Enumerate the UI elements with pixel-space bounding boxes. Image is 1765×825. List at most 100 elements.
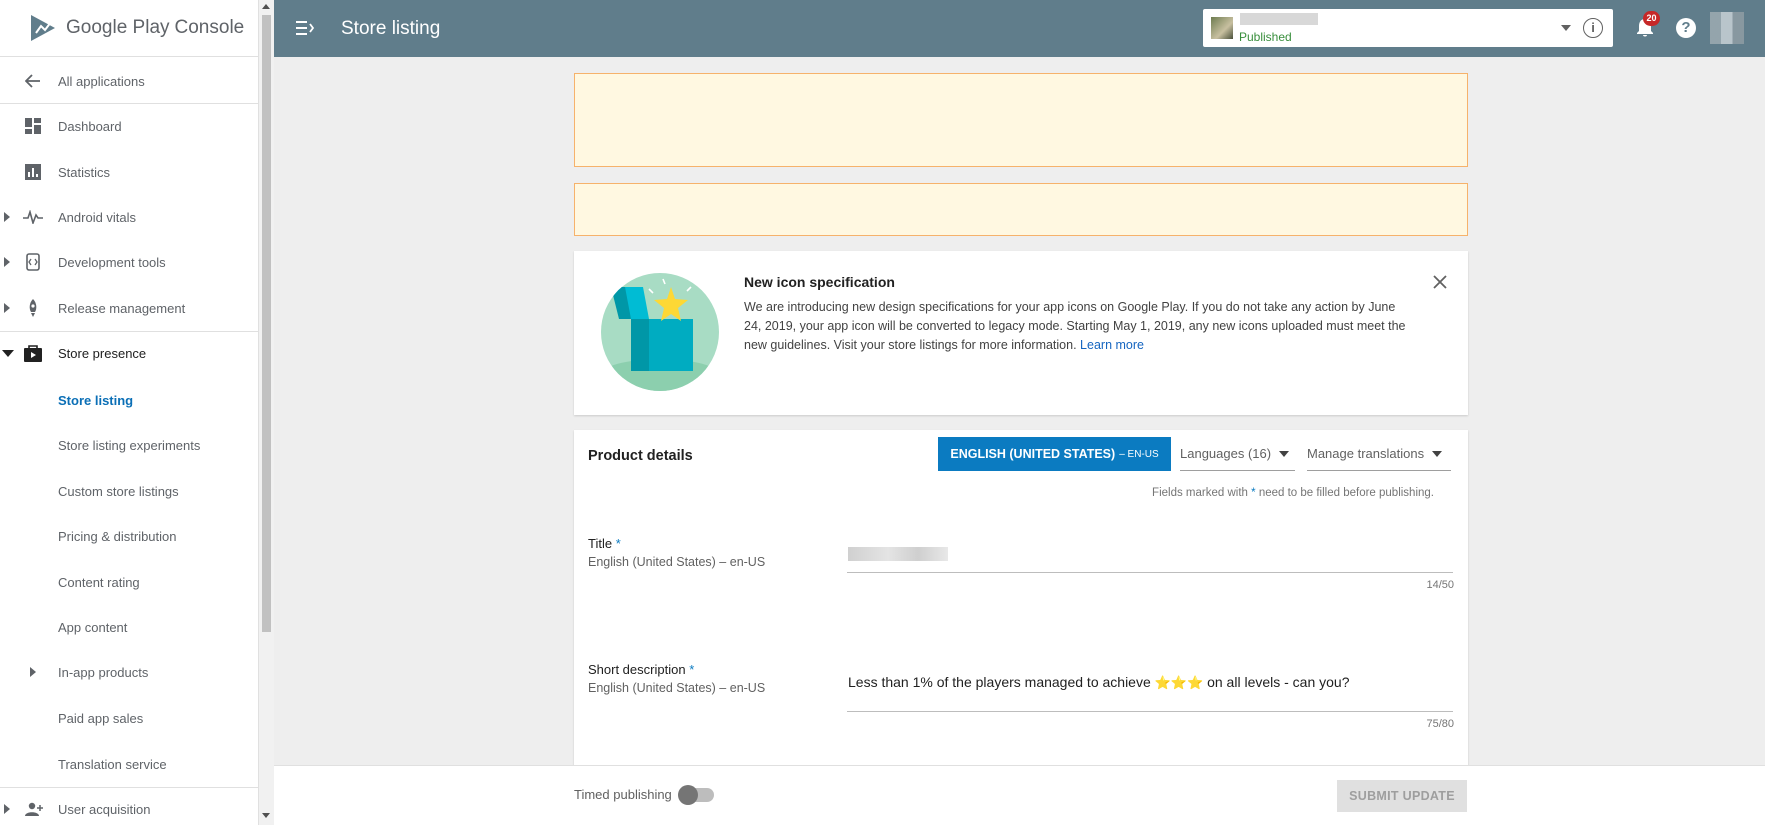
sidebar-item-label: App content — [58, 619, 128, 635]
close-icon[interactable] — [1431, 273, 1449, 291]
sidebar-scrollbar-thumb[interactable] — [262, 15, 271, 632]
sidebar-item-translation-service[interactable]: Translation service — [0, 744, 259, 784]
page-title: Store listing — [341, 18, 441, 39]
required-fields-note: Fields marked with * need to be filled b… — [1152, 487, 1434, 499]
rocket-icon — [23, 298, 43, 318]
app-thumbnail — [1211, 17, 1233, 39]
info-icon[interactable]: i — [1583, 18, 1603, 38]
title-input-underline — [847, 572, 1453, 573]
short-description-text: Less than 1% of the players managed to a… — [848, 674, 1151, 690]
warning-banner — [574, 183, 1468, 236]
languages-dropdown[interactable]: Languages (16) — [1180, 437, 1295, 471]
arrow-back-icon — [23, 71, 43, 91]
collapse-arrow-icon[interactable] — [2, 349, 14, 357]
all-applications-link[interactable]: All applications — [0, 61, 259, 101]
sidebar-divider — [0, 103, 259, 104]
notice-body: We are introducing new design specificat… — [744, 298, 1414, 355]
menu-icon[interactable] — [296, 20, 314, 36]
field-label-text: Short description — [588, 662, 686, 677]
app-status: Published — [1239, 30, 1292, 44]
sidebar-item-label: Release management — [58, 300, 186, 316]
title-field-sublabel: English (United States) – en-US — [588, 555, 766, 569]
sidebar-item-release-management[interactable]: Release management — [0, 288, 259, 328]
title-char-count: 14/50 — [1426, 579, 1454, 591]
pulse-icon — [23, 207, 43, 227]
sidebar-item-label: In-app products — [58, 664, 149, 680]
sidebar-item-store-listing[interactable]: Store listing — [0, 380, 259, 420]
person-add-icon — [23, 799, 43, 819]
sidebar-item-pricing-distribution[interactable]: Pricing & distribution — [0, 516, 259, 556]
sidebar-item-custom-store-listings[interactable]: Custom store listings — [0, 471, 259, 511]
required-star: * — [1251, 487, 1256, 499]
short-description-underline — [847, 711, 1453, 712]
brand-name: Google Play — [66, 17, 170, 38]
app-selector-dropdown[interactable]: Published i — [1203, 9, 1613, 47]
language-button[interactable]: ENGLISH (UNITED STATES) – EN-US — [938, 437, 1171, 471]
sidebar-item-user-acquisition[interactable]: User acquisition — [0, 789, 259, 825]
play-console-logo-icon — [31, 15, 55, 41]
all-applications-label: All applications — [58, 73, 145, 89]
sidebar-item-in-app-products[interactable]: In-app products — [0, 652, 259, 692]
expand-arrow-icon[interactable] — [4, 212, 10, 222]
sidebar-item-label: Store listing experiments — [58, 437, 201, 453]
sidebar-item-development-tools[interactable]: Development tools — [0, 242, 259, 282]
top-app-bar: Store listing Published i 20 ? — [274, 0, 1765, 57]
icon-specification-notice: New icon specification We are introducin… — [574, 251, 1468, 415]
short-description-input[interactable]: Less than 1% of the players managed to a… — [848, 674, 1350, 691]
learn-more-link[interactable]: Learn more — [1080, 338, 1144, 352]
sidebar-divider — [0, 331, 259, 332]
help-icon[interactable]: ? — [1676, 18, 1696, 38]
chevron-down-icon — [1432, 450, 1443, 457]
sidebar-item-android-vitals[interactable]: Android vitals — [0, 197, 259, 237]
publish-footer-bar: Timed publishing SUBMIT UPDATE — [274, 765, 1765, 825]
sidebar-item-label: Store presence — [58, 345, 147, 361]
sidebar-item-label: Custom store listings — [58, 483, 179, 499]
sidebar-item-statistics[interactable]: Statistics — [0, 152, 259, 192]
star-emoji-icon: ⭐⭐⭐ — [1154, 675, 1204, 690]
languages-dropdown-label: Languages (16) — [1180, 446, 1272, 461]
sidebar-item-store-listing-experiments[interactable]: Store listing experiments — [0, 425, 259, 465]
field-label-text: Title — [588, 536, 613, 551]
short-description-text: on all levels - can you? — [1207, 674, 1350, 690]
short-description-sublabel: English (United States) – en-US — [588, 681, 766, 695]
brand-logo[interactable]: Google Play Console — [0, 0, 258, 57]
product-details-card: Product details ENGLISH (UNITED STATES) … — [574, 430, 1468, 770]
sidebar-item-label: User acquisition — [58, 801, 151, 817]
sidebar-divider — [0, 787, 259, 788]
sidebar-item-app-content[interactable]: App content — [0, 607, 259, 647]
sidebar-item-dashboard[interactable]: Dashboard — [0, 106, 259, 146]
scroll-down-icon[interactable] — [262, 813, 270, 818]
expand-arrow-icon[interactable] — [4, 303, 10, 313]
toggle-knob[interactable] — [678, 785, 698, 805]
language-code: – EN-US — [1119, 448, 1159, 460]
expand-arrow-icon[interactable] — [30, 667, 36, 677]
chevron-down-icon — [1279, 450, 1290, 457]
fields-note-text: Fields marked with — [1152, 487, 1248, 499]
scroll-up-icon[interactable] — [262, 4, 270, 9]
sidebar-item-paid-app-sales[interactable]: Paid app sales — [0, 698, 259, 738]
expand-arrow-icon[interactable] — [4, 257, 10, 267]
sidebar-item-label: Android vitals — [58, 209, 137, 225]
sidebar-item-label: Pricing & distribution — [58, 528, 177, 544]
account-avatar[interactable] — [1710, 12, 1744, 44]
sidebar-item-content-rating[interactable]: Content rating — [0, 562, 259, 602]
title-field-label: Title * — [588, 536, 621, 551]
sidebar-item-label: Translation service — [58, 756, 167, 772]
gift-box-star-illustration — [601, 273, 719, 391]
sidebar-item-label: Development tools — [58, 254, 166, 270]
short-description-label: Short description * — [588, 662, 694, 677]
submit-update-button[interactable]: SUBMIT UPDATE — [1337, 780, 1467, 812]
manage-translations-dropdown[interactable]: Manage translations — [1307, 437, 1451, 471]
required-star: * — [615, 536, 621, 551]
brand-product: Console — [174, 17, 245, 38]
shopping-bag-icon — [23, 343, 43, 363]
expand-arrow-icon[interactable] — [4, 804, 10, 814]
language-label: ENGLISH (UNITED STATES) — [950, 447, 1116, 461]
chevron-down-icon — [1561, 25, 1571, 31]
notice-text: We are introducing new design specificat… — [744, 300, 1406, 352]
sidebar-item-store-presence[interactable]: Store presence — [0, 333, 259, 373]
notice-title: New icon specification — [744, 274, 895, 290]
sidebar-item-label: Dashboard — [58, 118, 122, 134]
warning-banner — [574, 73, 1468, 167]
title-input-redacted[interactable] — [848, 547, 948, 561]
